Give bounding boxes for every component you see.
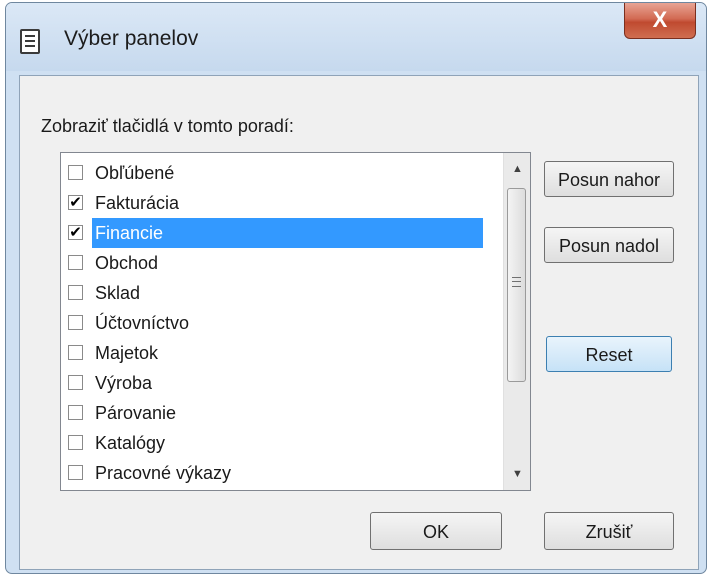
checkbox[interactable] (68, 285, 83, 300)
scroll-down-arrow-icon[interactable]: ▼ (504, 462, 530, 486)
scroll-up-arrow-icon[interactable]: ▲ (504, 157, 530, 181)
checkbox[interactable] (68, 375, 83, 390)
list-item[interactable]: Majetok (61, 338, 489, 368)
list-item[interactable]: Pracovné výkazy (61, 458, 489, 488)
list-item-label: Párovanie (95, 403, 177, 423)
cancel-button[interactable]: Zrušiť (544, 512, 674, 550)
checkbox[interactable] (68, 255, 83, 270)
list-item[interactable]: Výroba (61, 368, 489, 398)
list-item-label: Obchod (95, 253, 159, 273)
list-item-label: Obľúbené (95, 163, 175, 183)
close-button[interactable]: X (624, 3, 696, 39)
vertical-scrollbar[interactable]: ▲ ▼ (503, 153, 530, 490)
list-item-label: Pracovné výkazy (95, 463, 232, 483)
ok-button[interactable]: OK (370, 512, 502, 550)
dialog-client-area: Zobraziť tlačidlá v tomto poradí: Obľúbe… (19, 75, 699, 570)
list-item-label: Sklad (95, 283, 141, 303)
checkbox[interactable] (68, 465, 83, 480)
list-item[interactable]: Obchod (61, 248, 489, 278)
dialog-window: Výber panelov X Zobraziť tlačidlá v tomt… (5, 2, 707, 574)
list-item[interactable]: Obľúbené (61, 158, 489, 188)
list-item[interactable]: ✔ Fakturácia (61, 188, 489, 218)
list-item-label: Výroba (95, 373, 153, 393)
list-item[interactable]: Katalógy (61, 428, 489, 458)
list-item[interactable]: Párovanie (61, 398, 489, 428)
checkbox[interactable]: ✔ (68, 195, 83, 210)
list-item[interactable]: Sklad (61, 278, 489, 308)
window-title: Výber panelov (64, 27, 199, 50)
checkbox[interactable] (68, 435, 83, 450)
thumb-grip-icon (512, 277, 521, 287)
move-down-button[interactable]: Posun nadol (544, 227, 674, 263)
move-up-button[interactable]: Posun nahor (544, 161, 674, 197)
checkbox[interactable] (68, 405, 83, 420)
list-item-label: Katalógy (95, 433, 166, 453)
window-icon (20, 29, 40, 54)
list-item[interactable]: Účtovníctvo (61, 308, 489, 338)
list-item[interactable]: ✔ Financie (61, 218, 489, 248)
list-item-label: Fakturácia (95, 193, 180, 213)
panel-listbox[interactable]: Obľúbené ✔ Fakturácia ✔ Financie Obchod Sklad Ú… (60, 152, 531, 491)
reset-button[interactable]: Reset (546, 336, 672, 372)
scrollbar-thumb[interactable] (507, 188, 526, 382)
checkbox[interactable] (68, 345, 83, 360)
title-bar[interactable]: Výber panelov X (6, 3, 706, 71)
checkbox[interactable]: ✔ (68, 225, 83, 240)
checkbox[interactable] (68, 165, 83, 180)
list-item-label: Účtovníctvo (95, 313, 190, 333)
panel-list: Obľúbené ✔ Fakturácia ✔ Financie Obchod Sklad Ú… (61, 158, 489, 488)
order-prompt-label: Zobraziť tlačidlá v tomto poradí: (41, 116, 294, 136)
checkbox[interactable] (68, 315, 83, 330)
list-item-label: Financie (92, 218, 483, 248)
list-item-label: Majetok (95, 343, 159, 363)
